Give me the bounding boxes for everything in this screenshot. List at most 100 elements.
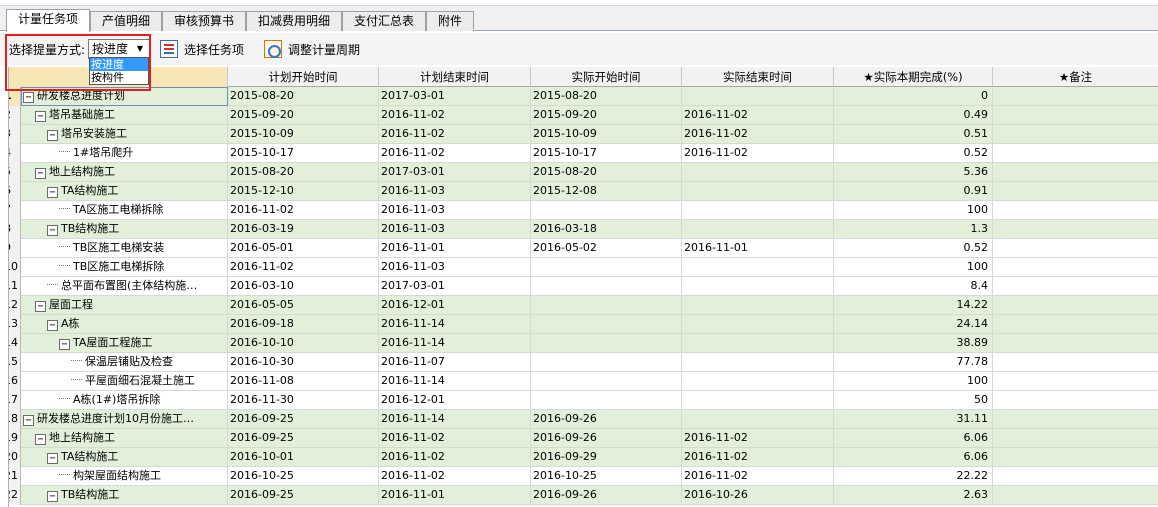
- task-name-cell[interactable]: − 塔吊安装施工: [21, 125, 228, 144]
- table-row[interactable]: 1−研发楼总进度计划2015-08-202017-03-012015-08-20…: [9, 87, 1158, 106]
- table-row[interactable]: 7 TA区施工电梯拆除 2016-11-022016-11-03 100: [9, 201, 1158, 220]
- adjust-cycle-button[interactable]: 调整计量周期: [264, 38, 360, 60]
- select-task-button[interactable]: 选择任务项: [160, 38, 244, 60]
- completion-cell[interactable]: 100: [834, 372, 993, 391]
- table-row[interactable]: 3−塔吊安装施工2015-10-092016-11-022015-10-0920…: [9, 125, 1158, 144]
- mode-option-progress[interactable]: 按进度: [90, 58, 148, 71]
- completion-cell[interactable]: 0: [834, 87, 993, 106]
- column-header-actual-start[interactable]: 实际开始时间: [531, 67, 682, 87]
- task-name-cell[interactable]: − TA结构施工: [21, 182, 228, 201]
- collapse-icon[interactable]: −: [47, 187, 58, 198]
- completion-cell[interactable]: 100: [834, 258, 993, 277]
- remark-cell[interactable]: [993, 334, 1158, 353]
- task-name-cell[interactable]: − TB结构施工: [21, 220, 228, 239]
- remark-cell[interactable]: [993, 239, 1158, 258]
- table-row[interactable]: 17 A栋(1#)塔吊拆除 2016-11-302016-12-01 50: [9, 391, 1158, 410]
- table-row[interactable]: 19−地上结构施工2016-09-252016-11-022016-09-262…: [9, 429, 1158, 448]
- table-row[interactable]: 10 TB区施工电梯拆除 2016-11-022016-11-03 100: [9, 258, 1158, 277]
- task-name-cell[interactable]: A栋(1#)塔吊拆除: [21, 391, 228, 410]
- column-header-remark[interactable]: ★备注: [993, 67, 1158, 87]
- completion-cell[interactable]: 31.11: [834, 410, 993, 429]
- task-name-cell[interactable]: − 塔吊基础施工: [21, 106, 228, 125]
- remark-cell[interactable]: [993, 106, 1158, 125]
- completion-cell[interactable]: 2.63: [834, 486, 993, 505]
- remark-cell[interactable]: [993, 486, 1158, 505]
- completion-cell[interactable]: 50: [834, 391, 993, 410]
- remark-cell[interactable]: [993, 467, 1158, 486]
- remark-cell[interactable]: [993, 391, 1158, 410]
- tab-measurement-tasks[interactable]: 计量任务项: [6, 9, 90, 32]
- collapse-icon[interactable]: −: [35, 434, 46, 445]
- completion-cell[interactable]: 1.3: [834, 220, 993, 239]
- task-name-cell[interactable]: 平屋面细石混凝土施工: [21, 372, 228, 391]
- task-name-cell[interactable]: TA区施工电梯拆除: [21, 201, 228, 220]
- table-row[interactable]: 16 平屋面细石混凝土施工 2016-11-082016-11-14 100: [9, 372, 1158, 391]
- task-name-cell[interactable]: 保温层铺贴及检查: [21, 353, 228, 372]
- table-row[interactable]: 11 总平面布置图(主体结构施… 2016-03-102017-03-01 8.4: [9, 277, 1158, 296]
- table-row[interactable]: 21构架屋面结构施工2016-10-252016-11-022016-10-25…: [9, 467, 1158, 486]
- task-name-cell[interactable]: − 地上结构施工: [21, 163, 228, 182]
- collapse-icon[interactable]: −: [47, 130, 58, 141]
- completion-cell[interactable]: 14.22: [834, 296, 993, 315]
- remark-cell[interactable]: [993, 372, 1158, 391]
- tab-output-detail[interactable]: 产值明细: [90, 11, 162, 31]
- column-header-actual-end[interactable]: 实际结束时间: [682, 67, 834, 87]
- remark-cell[interactable]: [993, 163, 1158, 182]
- completion-cell[interactable]: 77.78: [834, 353, 993, 372]
- chevron-down-icon[interactable]: ▼: [133, 41, 147, 57]
- task-name-cell[interactable]: − TA屋面工程施工: [21, 334, 228, 353]
- remark-cell[interactable]: [993, 448, 1158, 467]
- task-name-cell[interactable]: − 屋面工程: [21, 296, 228, 315]
- completion-cell[interactable]: 6.06: [834, 429, 993, 448]
- task-name-cell[interactable]: − TA结构施工: [21, 448, 228, 467]
- completion-cell[interactable]: 0.52: [834, 144, 993, 163]
- table-row[interactable]: 14−TA屋面工程施工2016-10-102016-11-1438.89: [9, 334, 1158, 353]
- remark-cell[interactable]: [993, 296, 1158, 315]
- remark-cell[interactable]: [993, 315, 1158, 334]
- remark-cell[interactable]: [993, 258, 1158, 277]
- table-row[interactable]: 8−TB结构施工2016-03-192016-11-032016-03-181.…: [9, 220, 1158, 239]
- table-row[interactable]: 15 保温层铺贴及检查 2016-10-302016-11-07 77.78: [9, 353, 1158, 372]
- table-row[interactable]: 9TB区施工电梯安装2016-05-012016-11-012016-05-02…: [9, 239, 1158, 258]
- remark-cell[interactable]: [993, 429, 1158, 448]
- completion-cell[interactable]: 24.14: [834, 315, 993, 334]
- remark-cell[interactable]: [993, 182, 1158, 201]
- collapse-icon[interactable]: −: [47, 320, 58, 331]
- table-row[interactable]: 20−TA结构施工2016-10-012016-11-022016-09-292…: [9, 448, 1158, 467]
- task-name-cell[interactable]: − 研发楼总进度计划10月份施工…: [21, 410, 228, 429]
- collapse-icon[interactable]: −: [59, 339, 70, 350]
- table-row[interactable]: 13−A栋2016-09-182016-11-1424.14: [9, 315, 1158, 334]
- task-name-cell[interactable]: − 研发楼总进度计划: [21, 87, 228, 106]
- collapse-icon[interactable]: −: [47, 491, 58, 502]
- collapse-icon[interactable]: −: [35, 111, 46, 122]
- table-row[interactable]: 22−TB结构施工2016-09-252016-11-012016-09-262…: [9, 486, 1158, 505]
- remark-cell[interactable]: [993, 125, 1158, 144]
- task-name-cell[interactable]: 总平面布置图(主体结构施…: [21, 277, 228, 296]
- table-row[interactable]: 18−研发楼总进度计划10月份施工…2016-09-252016-11-1420…: [9, 410, 1158, 429]
- remark-cell[interactable]: [993, 87, 1158, 106]
- tab-payment-summary[interactable]: 支付汇总表: [342, 11, 426, 31]
- column-header-plan-end[interactable]: 计划结束时间: [379, 67, 531, 87]
- collapse-icon[interactable]: −: [23, 415, 34, 426]
- tab-attachments[interactable]: 附件: [426, 11, 474, 31]
- completion-cell[interactable]: 38.89: [834, 334, 993, 353]
- column-header-plan-start[interactable]: 计划开始时间: [228, 67, 379, 87]
- table-row[interactable]: 41#塔吊爬升2015-10-172016-11-022015-10-17201…: [9, 144, 1158, 163]
- remark-cell[interactable]: [993, 277, 1158, 296]
- completion-cell[interactable]: 0.51: [834, 125, 993, 144]
- table-row[interactable]: 6−TA结构施工2015-12-102016-11-032015-12-080.…: [9, 182, 1158, 201]
- remark-cell[interactable]: [993, 410, 1158, 429]
- mode-select[interactable]: 按进度 ▼: [88, 39, 150, 59]
- task-name-cell[interactable]: 1#塔吊爬升: [21, 144, 228, 163]
- table-row[interactable]: 5−地上结构施工2015-08-202017-03-012015-08-205.…: [9, 163, 1158, 182]
- task-name-cell[interactable]: − A栋: [21, 315, 228, 334]
- table-row[interactable]: 2−塔吊基础施工2015-09-202016-11-022015-09-2020…: [9, 106, 1158, 125]
- mode-option-component[interactable]: 按构件: [90, 71, 148, 84]
- remark-cell[interactable]: [993, 220, 1158, 239]
- tab-deduction-detail[interactable]: 扣减费用明细: [246, 11, 342, 31]
- collapse-icon[interactable]: −: [47, 225, 58, 236]
- task-name-cell[interactable]: TB区施工电梯安装: [21, 239, 228, 258]
- task-name-cell[interactable]: TB区施工电梯拆除: [21, 258, 228, 277]
- collapse-icon[interactable]: −: [35, 301, 46, 312]
- table-row[interactable]: 12−屋面工程2016-05-052016-12-0114.22: [9, 296, 1158, 315]
